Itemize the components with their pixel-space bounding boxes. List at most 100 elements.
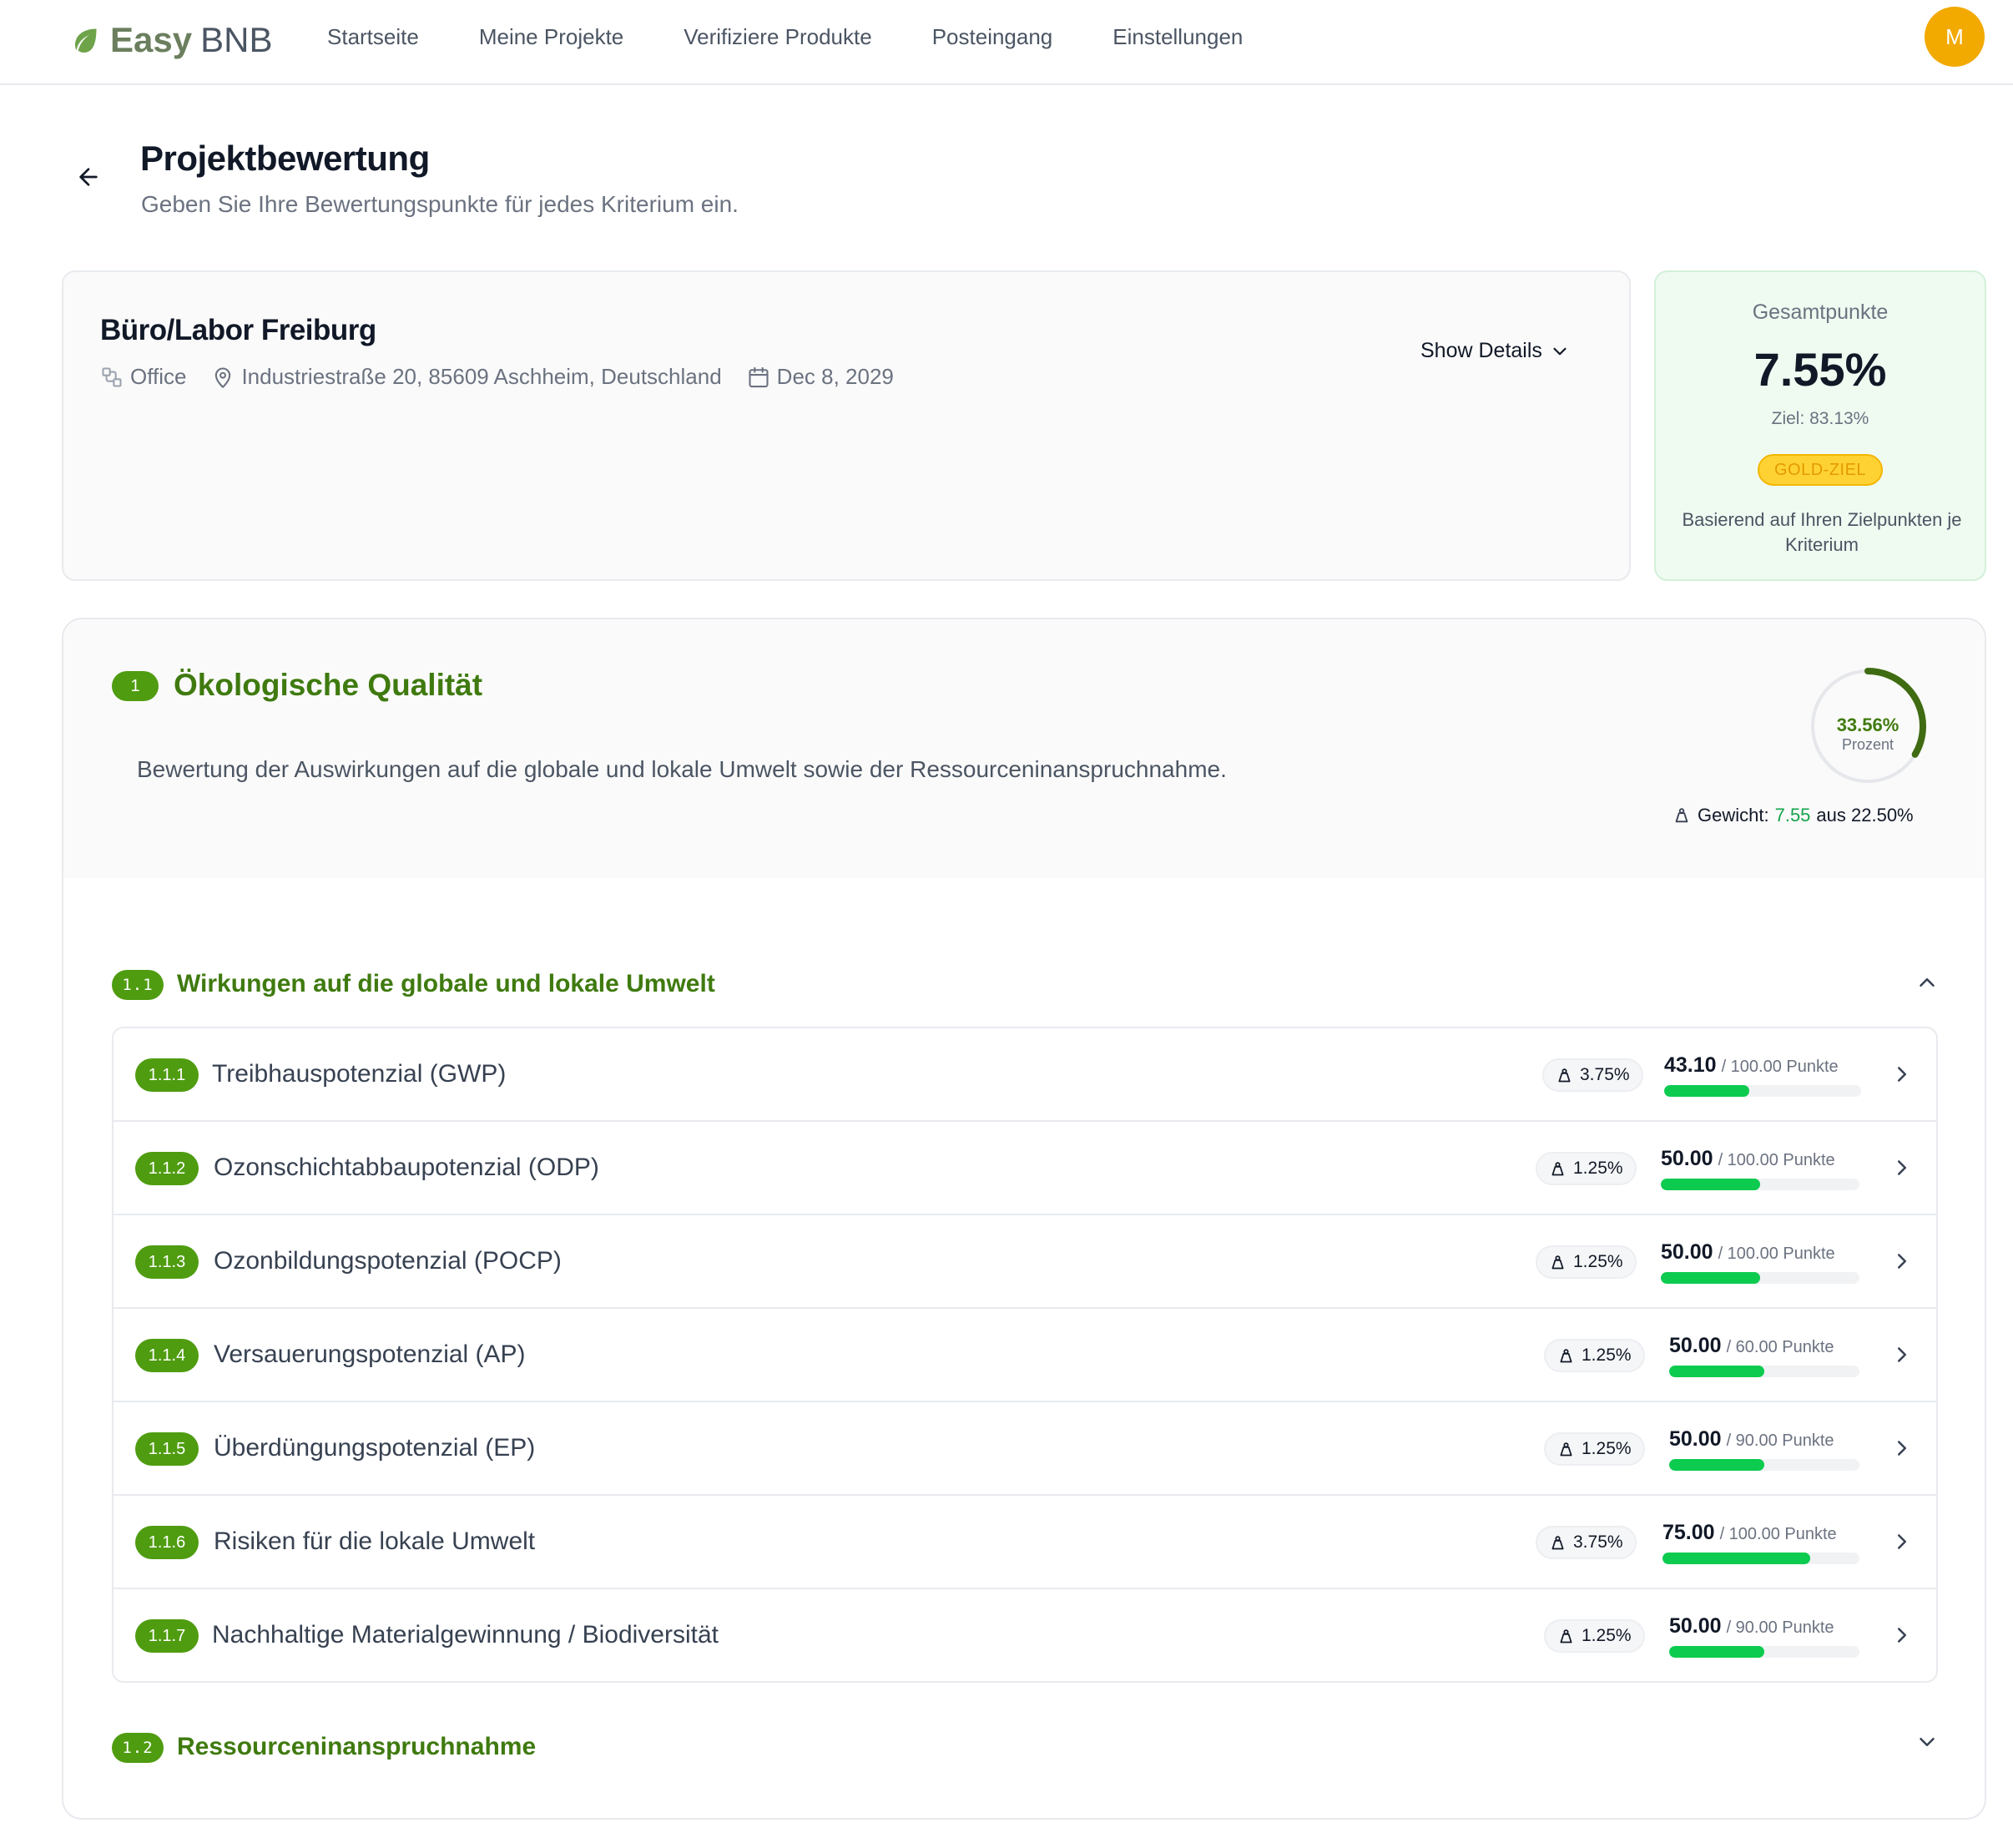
project-type: Office [100,364,186,390]
project-type-label: Office [130,364,187,389]
chevron-down-icon[interactable] [1915,1729,1940,1755]
criterion-max: / 100.00 Punkte [1721,1058,1839,1076]
category-header: 1 Ökologische Qualität Bewertung der Aus… [63,619,1985,878]
criterion-max: / 100.00 Punkte [1718,1151,1835,1169]
project-meta: Office Industriestraße 20, 85609 Aschhei… [100,364,919,390]
criterion-name: Ozonbildungspotenzial (POCP) [214,1247,562,1275]
nav-startseite[interactable]: Startseite [327,24,419,50]
chevron-up-icon[interactable] [1915,970,1940,995]
criterion-max: / 100.00 Punkte [1719,1525,1837,1543]
criterion-number-badge: 1.1.4 [135,1339,199,1372]
total-score-value: 7.55% [1753,343,1887,396]
criterion-progress-bar [1662,1553,1859,1564]
criterion-name: Versauerungspotenzial (AP) [214,1341,526,1368]
chevron-right-icon [1898,1254,1906,1269]
criterion-score: 50.00 [1661,1147,1713,1170]
criterion-row[interactable]: 1.1.7 Nachhaltige Materialgewinnung / Bi… [114,1589,1936,1681]
criteria-list: 1.1.1 Treibhauspotenzial (GWP) 3.75% 43.… [112,1027,1938,1683]
weight-icon [1675,808,1688,823]
criterion-progress-bar [1661,1272,1859,1284]
weight-icon [1551,1535,1564,1549]
show-details-button[interactable]: Show Details [1420,339,1571,363]
criterion-max: / 60.00 Punkte [1726,1338,1834,1356]
criterion-progress-bar [1664,1085,1861,1097]
category-weight-value: 7.55 [1774,805,1811,826]
criterion-row[interactable]: 1.1.6 Risiken für die lokale Umwelt 3.75… [114,1496,1936,1589]
calendar-icon [749,366,769,387]
subgroup-number-badge: 1.2 [112,1733,164,1763]
project-address-label: Industriestraße 20, 85609 Aschheim, Deut… [241,364,722,389]
weight-icon [1558,1068,1571,1082]
category-weight: Gewicht: 7.55 aus 22.50% [1672,805,1914,826]
criterion-weight-chip: 3.75% [1542,1058,1643,1092]
category-weight-suffix: aus 22.50% [1816,805,1914,826]
chevron-right-icon [1898,1160,1906,1175]
total-score-card: Gesamtpunkte 7.55% Ziel: 83.13% GOLD-ZIE… [1654,270,1986,581]
project-date: Dec 8, 2029 [747,364,894,390]
criterion-name: Nachhaltige Materialgewinnung / Biodiver… [212,1621,719,1649]
criterion-progress-fill [1669,1646,1764,1658]
criterion-weight-chip: 1.25% [1544,1339,1645,1372]
location-pin-icon [215,367,231,388]
back-arrow-icon[interactable] [75,164,102,190]
criterion-weight-value: 1.25% [1582,1439,1632,1458]
chevron-right-icon [1898,1067,1906,1082]
criterion-number-badge: 1.1.3 [135,1245,199,1279]
nav-einstellungen[interactable]: Einstellungen [1112,24,1243,50]
criterion-weight-value: 3.75% [1573,1532,1623,1552]
chevron-down-icon [1553,347,1567,355]
weight-icon [1560,1348,1572,1362]
weight-icon [1560,1628,1572,1643]
weight-icon [1551,1161,1564,1175]
main-nav: Startseite Meine Projekte Verifiziere Pr… [327,0,1303,73]
criterion-row[interactable]: 1.1.2 Ozonschichtabbaupotenzial (ODP) 1.… [114,1122,1936,1215]
nav-meine-projekte[interactable]: Meine Projekte [479,24,623,50]
total-score-target: Ziel: 83.13% [1771,409,1869,428]
criterion-name: Treibhauspotenzial (GWP) [212,1060,507,1088]
brand-name-bold: Easy [110,20,193,59]
criterion-progress-fill [1669,1366,1764,1377]
criterion-max: / 90.00 Punkte [1726,1618,1834,1637]
criterion-number-badge: 1.1.6 [135,1526,199,1559]
criterion-row[interactable]: 1.1.5 Überdüngungspotenzial (EP) 1.25% 5… [114,1402,1936,1496]
project-address: Industriestraße 20, 85609 Aschheim, Deut… [211,364,722,390]
criterion-score: 43.10 [1664,1053,1717,1077]
nav-posteingang[interactable]: Posteingang [932,24,1053,50]
criterion-number-badge: 1.1.2 [135,1152,199,1185]
project-name: Büro/Labor Freiburg [100,314,376,346]
subgroup-title[interactable]: Wirkungen auf die globale und lokale Umw… [177,970,715,998]
criterion-progress-fill [1662,1553,1810,1564]
criterion-row[interactable]: 1.1.3 Ozonbildungspotenzial (POCP) 1.25%… [114,1215,1936,1309]
criterion-points: 50.00 / 100.00 Punkte [1661,1240,1835,1265]
criterion-weight-value: 1.25% [1573,1252,1623,1271]
criterion-progress-bar [1669,1366,1859,1377]
criterion-weight-value: 1.25% [1582,1346,1632,1365]
chevron-right-icon [1898,1347,1906,1362]
criterion-score: 75.00 [1662,1521,1715,1544]
criterion-progress-fill [1664,1085,1749,1097]
subgroup-title[interactable]: Ressourceninanspruchnahme [177,1733,536,1761]
category-description: Bewertung der Auswirkungen auf die globa… [137,756,1227,782]
project-card: Büro/Labor Freiburg Office Industriestra… [62,270,1631,581]
criterion-row[interactable]: 1.1.1 Treibhauspotenzial (GWP) 3.75% 43.… [114,1028,1936,1122]
criterion-score: 50.00 [1669,1427,1722,1451]
category-percent-value: 33.56% [1836,714,1899,735]
criterion-points: 50.00/ 90.00 Punkte [1669,1614,1834,1638]
criterion-score: 50.00 [1669,1614,1722,1638]
nav-verifiziere-produkte[interactable]: Verifiziere Produkte [684,24,871,50]
criterion-name: Risiken für die lokale Umwelt [214,1527,536,1555]
criterion-progress-fill [1661,1179,1760,1190]
subgroup-number-badge: 1.1 [112,970,164,1000]
chevron-right-icon [1898,1534,1906,1549]
criterion-progress-bar [1661,1179,1859,1190]
criterion-weight-chip: 1.25% [1536,1152,1637,1185]
criterion-max: / 90.00 Punkte [1726,1431,1834,1450]
category-weight-label: Gewicht: [1698,805,1769,826]
brand-logo[interactable]: Easy BNB [70,17,272,63]
criterion-points: 50.00/ 90.00 Punkte [1669,1427,1834,1452]
criterion-weight-chip: 1.25% [1544,1432,1645,1466]
criterion-name: Ozonschichtabbaupotenzial (ODP) [214,1154,599,1181]
user-avatar[interactable]: M [1925,7,1985,67]
criterion-weight-chip: 3.75% [1536,1526,1637,1559]
criterion-row[interactable]: 1.1.4 Versauerungspotenzial (AP) 1.25% 5… [114,1309,1936,1402]
